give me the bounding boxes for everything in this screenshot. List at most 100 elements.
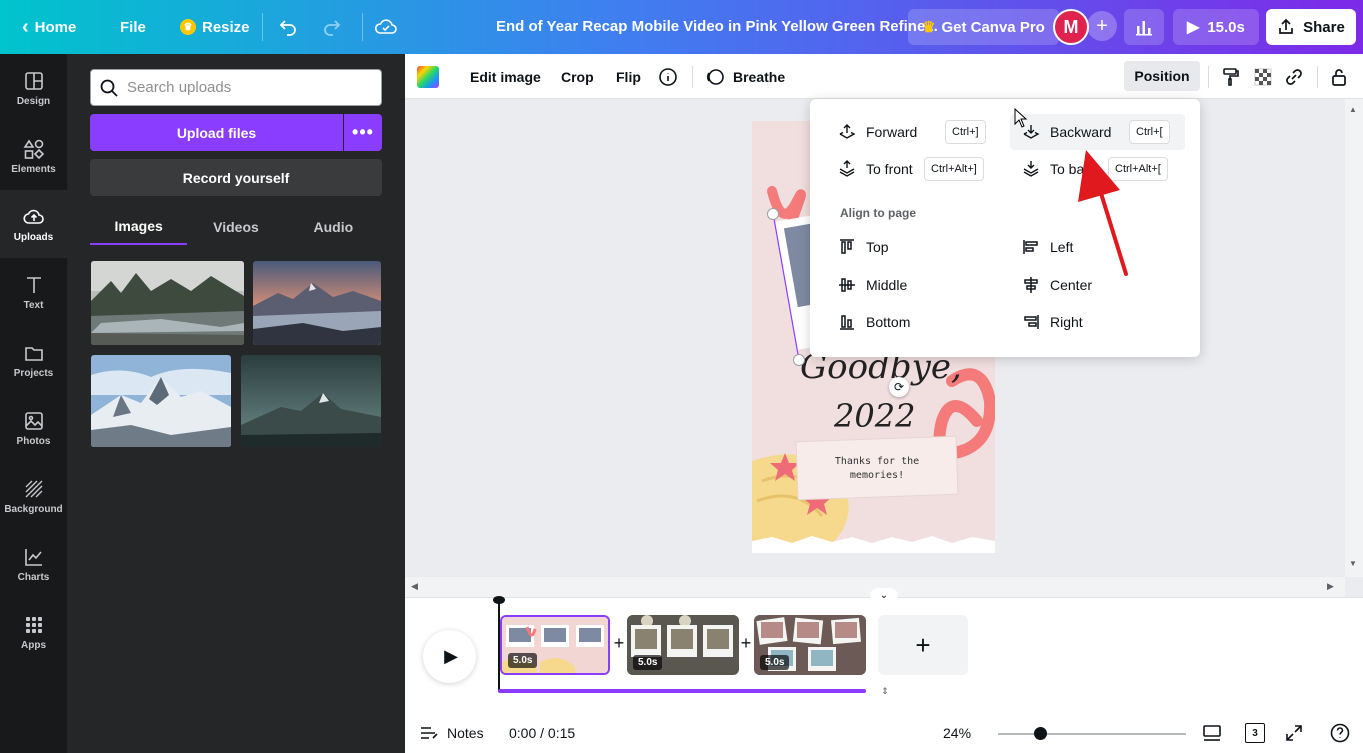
image-thumbnail[interactable] xyxy=(91,261,244,345)
playhead-knob[interactable] xyxy=(493,596,505,604)
vertical-scrollbar[interactable]: ▲ ▼ xyxy=(1345,99,1363,577)
image-thumbnail[interactable] xyxy=(91,355,231,447)
paint-format-button[interactable] xyxy=(1221,54,1241,99)
fullscreen-button[interactable] xyxy=(1285,713,1303,753)
rail-item-projects[interactable]: Projects xyxy=(0,326,67,394)
avatar[interactable]: M xyxy=(1053,9,1089,45)
zoom-slider-thumb[interactable] xyxy=(1034,727,1047,740)
add-transition-button[interactable]: + xyxy=(611,633,627,653)
crop-button[interactable]: Crop xyxy=(561,54,594,99)
undo-icon[interactable] xyxy=(270,9,306,45)
resize-handle[interactable] xyxy=(767,208,779,220)
redo-icon[interactable] xyxy=(314,9,350,45)
tab-audio[interactable]: Audio xyxy=(285,209,382,245)
timeline-play-button[interactable]: ▶ xyxy=(423,630,476,683)
timeline-clip[interactable]: 5.0s xyxy=(500,615,610,675)
timeline-clip[interactable]: 5.0s xyxy=(627,615,739,675)
animation-button[interactable]: Breathe xyxy=(705,54,785,99)
tab-images[interactable]: Images xyxy=(90,209,188,245)
resize-label: Resize xyxy=(202,18,250,36)
rail-item-uploads[interactable]: Uploads xyxy=(0,190,67,258)
menu-label: Forward xyxy=(866,124,918,140)
timeline-collapse-icon[interactable]: ⌄ xyxy=(870,588,898,602)
timeline-clip[interactable]: 5.0s xyxy=(754,615,866,675)
rail-item-design[interactable]: Design xyxy=(0,54,67,122)
page-note-text[interactable]: Thanks for the memories! xyxy=(822,455,932,483)
divider xyxy=(362,13,363,41)
add-member-button[interactable]: + xyxy=(1087,11,1117,41)
help-button[interactable] xyxy=(1330,713,1350,753)
align-to-page-heading: Align to page xyxy=(840,206,916,220)
divider xyxy=(1317,66,1318,88)
shortcut-badge: Ctrl+[ xyxy=(1129,120,1170,144)
rail-label: Projects xyxy=(13,367,54,379)
resize-handle[interactable] xyxy=(793,354,805,366)
share-icon xyxy=(1279,18,1293,34)
tab-videos[interactable]: Videos xyxy=(187,209,284,245)
share-button[interactable]: Share xyxy=(1266,9,1356,45)
flip-button[interactable]: Flip xyxy=(616,54,641,99)
image-thumbnail[interactable] xyxy=(253,261,381,345)
annotation-arrow-icon xyxy=(1078,150,1128,276)
align-right-menu-item[interactable]: Right xyxy=(1022,306,1083,338)
insights-button[interactable] xyxy=(1124,9,1164,45)
to-front-menu-item[interactable]: To front xyxy=(838,153,913,185)
drag-handle-icon[interactable]: ⇕ xyxy=(876,686,894,696)
file-menu-button[interactable]: File xyxy=(110,9,156,45)
resize-button[interactable]: ♛ Resize xyxy=(170,9,260,45)
home-button[interactable]: ‹ Home xyxy=(12,9,86,45)
align-top-menu-item[interactable]: Top xyxy=(838,231,889,263)
backward-menu-item[interactable]: Backward xyxy=(1022,116,1111,148)
rail-label: Uploads xyxy=(13,231,54,243)
record-yourself-button[interactable]: Record yourself xyxy=(90,159,382,196)
info-button[interactable] xyxy=(658,54,678,99)
color-swatch-button[interactable] xyxy=(417,54,439,99)
add-page-button[interactable]: + xyxy=(878,615,968,675)
clip-duration: 5.0s xyxy=(760,655,790,670)
rail-item-charts[interactable]: Charts xyxy=(0,530,67,598)
menu-label: Middle xyxy=(866,277,908,293)
rail-item-background[interactable]: Background xyxy=(0,462,67,530)
photo-icon xyxy=(24,411,43,430)
align-middle-menu-item[interactable]: Middle xyxy=(838,269,907,301)
grid-view-button[interactable] xyxy=(1202,713,1222,753)
apps-icon xyxy=(25,616,42,633)
search-box[interactable] xyxy=(90,69,382,106)
position-button[interactable]: Position xyxy=(1124,61,1200,91)
rail-item-elements[interactable]: Elements xyxy=(0,122,67,190)
get-canva-pro-button[interactable]: ♛ Get Canva Pro xyxy=(908,9,1059,45)
align-bottom-menu-item[interactable]: Bottom xyxy=(838,306,910,338)
present-play-button[interactable]: ▶ 15.0s xyxy=(1173,9,1259,45)
notes-button[interactable]: Notes xyxy=(419,713,484,753)
zoom-level[interactable]: 24% xyxy=(943,713,971,753)
crown-icon: ♛ xyxy=(922,19,936,36)
rail-item-text[interactable]: Text xyxy=(0,258,67,326)
top-bar: ‹ Home File ♛ Resize End of Year Recap M… xyxy=(0,0,1363,54)
add-transition-button[interactable]: + xyxy=(738,633,754,653)
link-button[interactable] xyxy=(1284,54,1304,99)
menu-label: To front xyxy=(866,161,913,177)
text-icon xyxy=(26,276,41,293)
rail-item-apps[interactable]: Apps xyxy=(0,598,67,666)
layer-to-front-icon xyxy=(839,160,855,177)
lock-button[interactable] xyxy=(1330,54,1348,99)
zoom-slider[interactable] xyxy=(998,733,1186,735)
pages-button[interactable]: 3 xyxy=(1245,713,1265,753)
upload-files-button[interactable]: Upload files xyxy=(90,114,343,151)
rail-label: Text xyxy=(23,299,44,311)
align-left-menu-item[interactable]: Left xyxy=(1022,231,1073,263)
image-thumbnail[interactable] xyxy=(241,355,381,447)
edit-image-button[interactable]: Edit image xyxy=(470,54,541,99)
transparency-button[interactable] xyxy=(1253,54,1273,99)
rail-label: Charts xyxy=(17,571,50,583)
page-heading-line2[interactable]: 2022 xyxy=(834,397,915,435)
more-options-button[interactable]: ••• xyxy=(344,114,382,151)
rail-item-photos[interactable]: Photos xyxy=(0,394,67,462)
document-title[interactable]: End of Year Recap Mobile Video in Pink Y… xyxy=(496,18,938,35)
rotate-handle-icon[interactable]: ⟳ xyxy=(889,377,909,397)
divider xyxy=(692,66,693,88)
forward-menu-item[interactable]: Forward xyxy=(838,116,917,148)
cloud-saved-icon[interactable] xyxy=(368,9,404,45)
search-input[interactable] xyxy=(127,79,367,96)
pages-icon: 3 xyxy=(1245,723,1265,743)
